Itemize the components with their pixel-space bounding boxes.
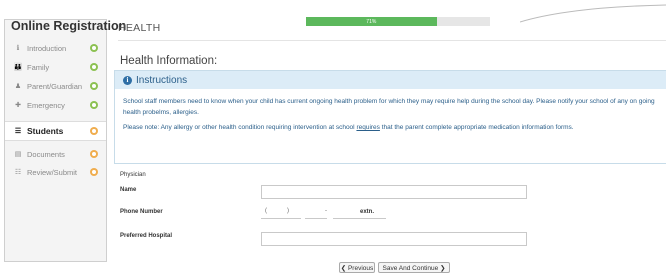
phone-area-code-input[interactable]: ( ) [261, 208, 301, 219]
family-icon: 👪 [13, 64, 23, 71]
info-icon: ℹ [16, 45, 20, 52]
phone-number-label: Phone Number [120, 209, 163, 215]
complete-status-icon [90, 82, 98, 90]
instructions-note: Please note: Any allergy or other health… [123, 122, 658, 133]
instructions-title: Instructions [136, 74, 188, 86]
sidebar-item-label: Emergency [27, 100, 65, 110]
sidebar-item-introduction[interactable]: ℹ Introduction [5, 39, 106, 57]
sidebar-item-students[interactable]: ☰ Students [5, 121, 106, 141]
sidebar-item-label: Family [27, 62, 50, 72]
sidebar-item-family[interactable]: 👪 Family [5, 58, 106, 76]
instructions-text: School staff members need to know when y… [123, 98, 655, 116]
section-header: HEALTH [118, 22, 161, 34]
document-icon: ▤ [14, 151, 22, 158]
sidebar-item-label: Documents [27, 149, 65, 159]
progress-label: 71% [366, 18, 377, 25]
pending-status-icon [90, 168, 98, 176]
list-icon: ☰ [14, 128, 22, 135]
sidebar-item-documents[interactable]: ▤ Documents [5, 145, 106, 163]
complete-status-icon [90, 63, 98, 71]
physician-label: Physician [120, 172, 146, 178]
registration-page: Online Registration ℹ Introduction 👪 Fam… [0, 0, 666, 275]
sidebar-item-review-submit[interactable]: ☷ Review/Submit [5, 163, 106, 181]
instructions-header: i Instructions [115, 71, 666, 89]
name-label: Name [120, 187, 137, 193]
main-content: HEALTH 71% Health Information: i Instruc… [106, 0, 666, 275]
sidebar-item-parent-guardian[interactable]: ♟ Parent/Guardian [5, 77, 106, 95]
phone-prefix-input[interactable]: - [305, 208, 327, 219]
preferred-hospital-label: Preferred Hospital [120, 233, 173, 239]
checklist-icon: ☷ [14, 169, 22, 176]
sidebar: Online Registration ℹ Introduction 👪 Fam… [4, 19, 126, 262]
physician-name-input[interactable] [261, 185, 527, 199]
pending-status-icon [90, 127, 98, 135]
page-title: Health Information: [120, 55, 218, 67]
sidebar-item-label: Introduction [27, 43, 67, 53]
phone-extension-input[interactable] [352, 208, 386, 219]
sidebar-item-label: Students [27, 126, 64, 136]
note-text-end: that the parent complete appropriate med… [379, 124, 574, 131]
instructions-panel: i Instructions School staff members need… [114, 70, 666, 164]
paren-close: ) [287, 208, 289, 214]
requires-link[interactable]: requires [356, 124, 379, 131]
sidebar-item-label: Review/Submit [27, 167, 78, 177]
save-and-continue-button[interactable]: Save And Continue ❯ [378, 262, 450, 273]
complete-status-icon [90, 44, 98, 52]
sidebar-item-emergency[interactable]: ✚ Emergency [5, 96, 106, 114]
person-icon: ♟ [14, 83, 22, 90]
paren-open: ( [265, 208, 267, 214]
sidebar-item-label: Parent/Guardian [27, 81, 83, 91]
note-text: Please note: Any allergy or other health… [123, 124, 357, 131]
info-icon: i [123, 75, 132, 85]
emergency-icon: ✚ [15, 102, 21, 109]
phone-dash: - [325, 208, 327, 214]
pending-status-icon [90, 150, 98, 158]
previous-button[interactable]: ❮ Previous [339, 262, 375, 273]
progress-bar: 71% [306, 17, 490, 26]
preferred-hospital-input[interactable] [261, 232, 527, 246]
complete-status-icon [90, 101, 98, 109]
phone-line-input[interactable] [333, 208, 353, 219]
divider [118, 40, 666, 41]
